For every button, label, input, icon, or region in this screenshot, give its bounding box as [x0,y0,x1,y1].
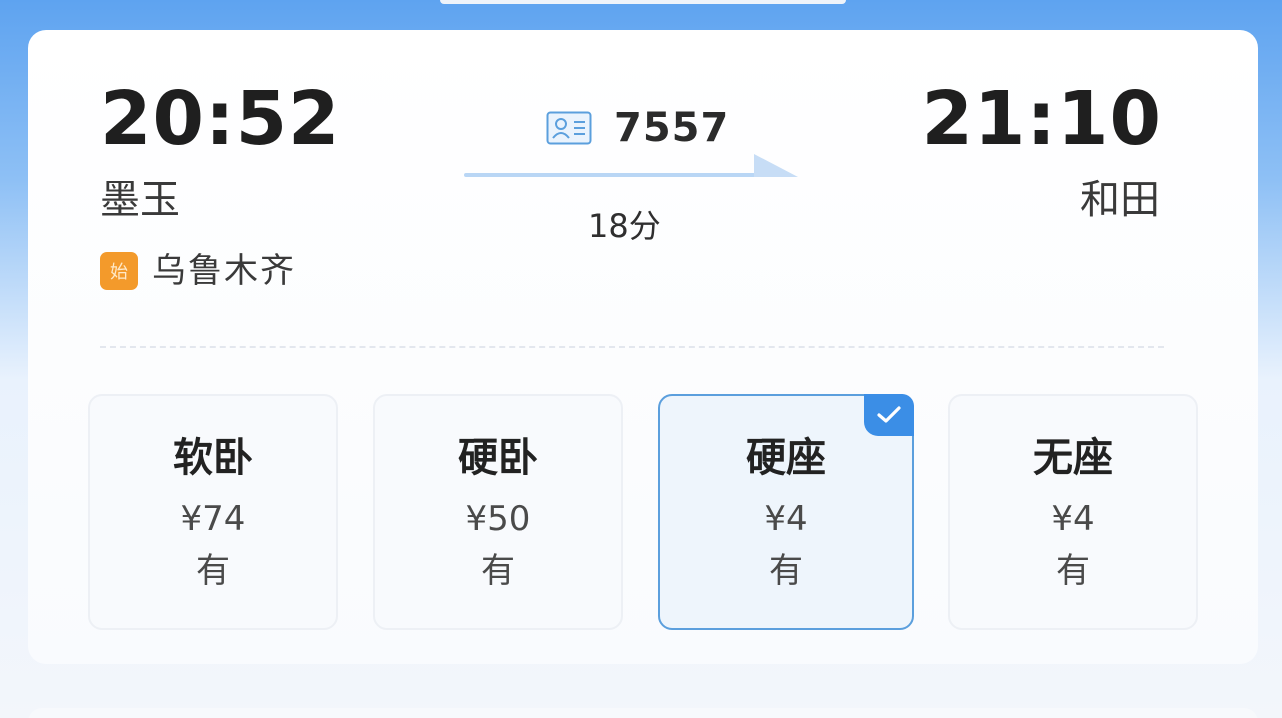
selected-check-icon [864,394,914,436]
seat-price: ¥4 [1051,499,1095,539]
seat-option-soft-sleeper[interactable]: 软卧 ¥74 有 [88,394,338,630]
seat-type-label: 软卧 [173,435,253,481]
seat-availability: 有 [196,551,230,591]
direction-arrow-icon [464,154,798,177]
seat-price: ¥50 [465,499,531,539]
seat-availability: 有 [481,551,515,591]
arrival-station: 和田 [1080,177,1160,223]
id-card-icon [546,111,592,145]
arrival-time: 21:10 [921,76,1162,162]
seat-type-label: 硬卧 [458,435,538,481]
seat-option-standing[interactable]: 无座 ¥4 有 [948,394,1198,630]
seat-type-label: 无座 [1033,435,1113,481]
train-number: 7557 [614,105,730,151]
origin-station-row: 始 乌鲁木齐 [100,252,296,290]
divider [100,346,1164,348]
train-card: 20:52 墨玉 始 乌鲁木齐 7557 18分 软卧 ¥74 有 硬卧 ¥50… [28,30,1258,664]
train-number-row[interactable]: 7557 [546,108,729,148]
origin-badge-icon: 始 [100,252,138,290]
seat-option-hard-sleeper[interactable]: 硬卧 ¥50 有 [373,394,623,630]
top-tab-indicator [440,0,846,4]
seat-availability: 有 [769,551,803,591]
origin-station-name: 乌鲁木齐 [152,251,296,291]
seat-availability: 有 [1056,551,1090,591]
seat-option-hard-seat[interactable]: 硬座 ¥4 有 [658,394,914,630]
travel-duration: 18分 [588,207,661,245]
next-card-edge [28,708,1258,718]
departure-time: 20:52 [100,76,341,162]
seat-type-label: 硬座 [746,435,826,481]
seat-price: ¥4 [764,499,808,539]
departure-station: 墨玉 [100,177,180,223]
seat-price: ¥74 [180,499,246,539]
